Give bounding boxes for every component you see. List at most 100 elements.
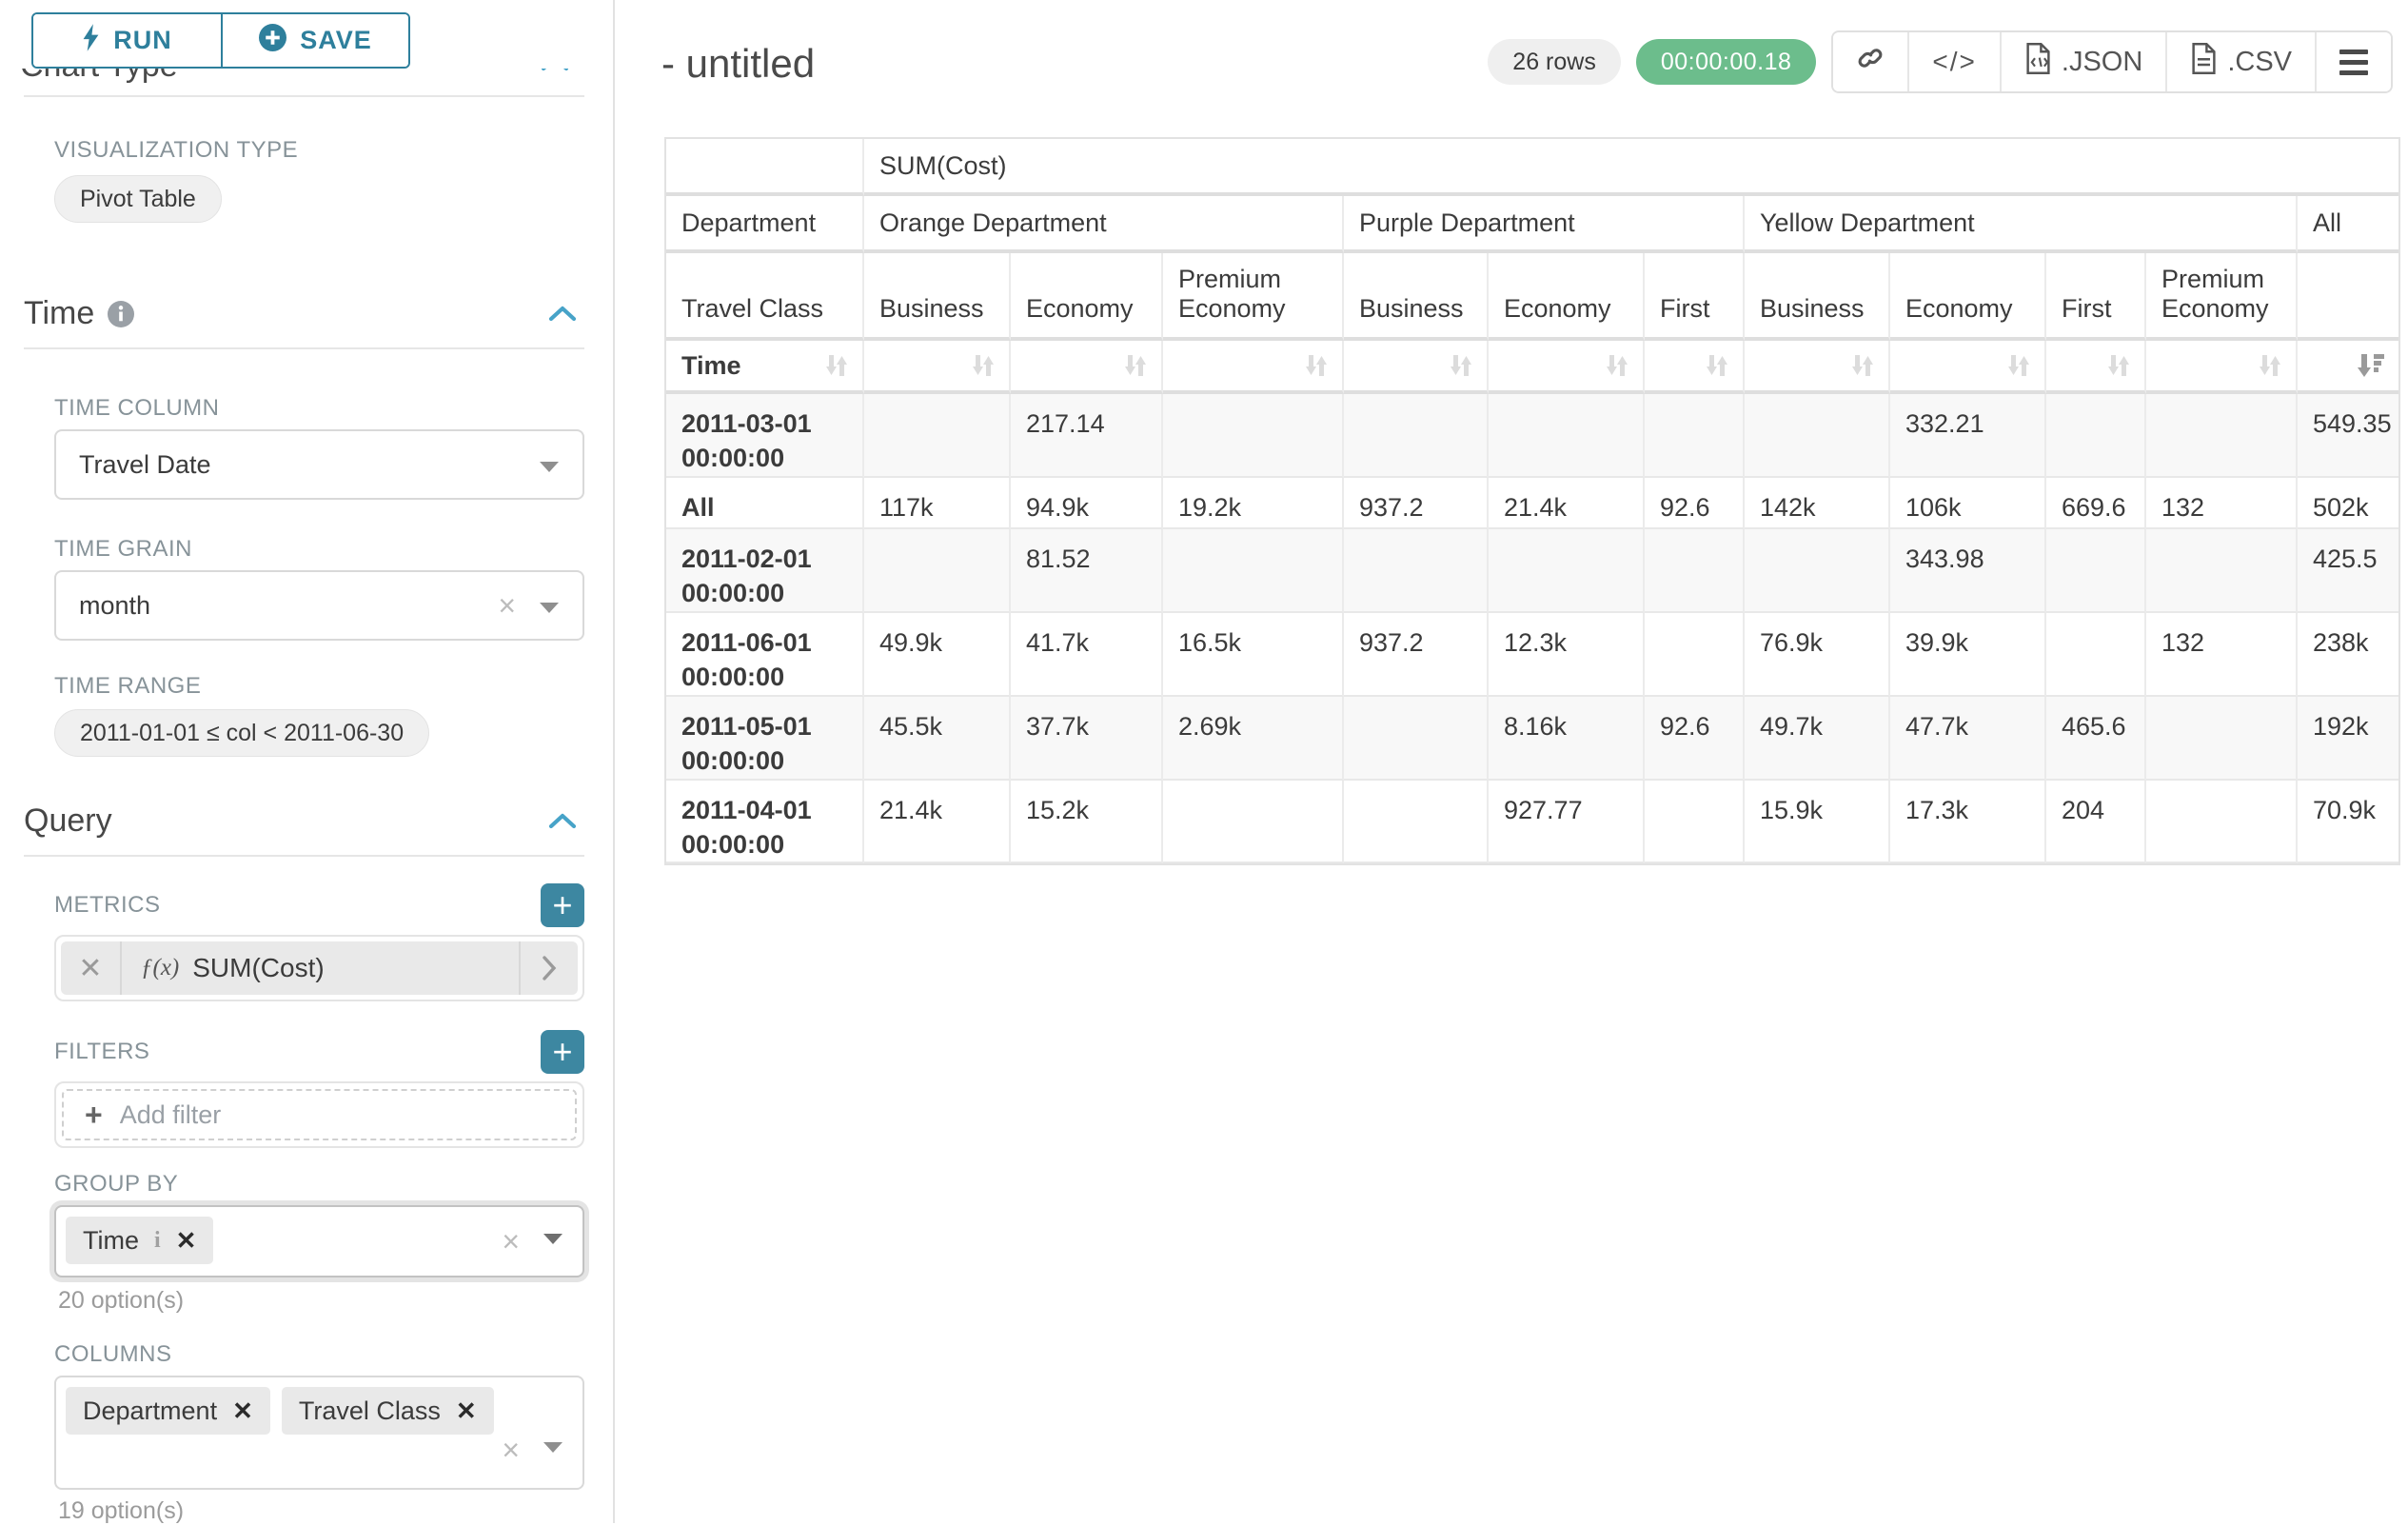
- pivot-time-cell: 2011-06-01 00:00:00: [666, 613, 864, 697]
- sort-updown-icon[interactable]: [1848, 351, 1877, 380]
- columns-tag-department: Department ✕: [66, 1387, 270, 1435]
- chart-title[interactable]: - untitled: [661, 41, 815, 87]
- chart-area: - untitled 26 rows 00:00:00.18 </>: [617, 0, 2408, 1523]
- time-column-label: TIME COLUMN: [54, 395, 584, 422]
- sort-updown-icon[interactable]: [1603, 351, 1631, 380]
- filters-field: + Add filter: [54, 1081, 584, 1148]
- pivot-value-cell: [1645, 613, 1745, 697]
- pivot-department-label: Department: [666, 196, 864, 253]
- export-csv-button[interactable]: .CSV: [2165, 32, 2315, 91]
- pivot-value-cell: 19.2k: [1163, 478, 1344, 529]
- columns-select[interactable]: Department ✕ Travel Class ✕ ×: [54, 1376, 584, 1490]
- pivot-sort-cell: [1489, 341, 1645, 394]
- plus-icon: +: [85, 1099, 103, 1130]
- time-grain-select[interactable]: month ×: [54, 570, 584, 641]
- visualization-type-value[interactable]: Pivot Table: [54, 175, 222, 223]
- pivot-value-cell: 94.9k: [1011, 478, 1163, 529]
- save-button[interactable]: SAVE: [221, 14, 408, 67]
- time-column-value: Travel Date: [79, 450, 211, 480]
- pivot-value-cell: 21.4k: [864, 781, 1011, 864]
- pivot-travel-class-label: Travel Class: [666, 253, 864, 341]
- sort-updown-icon[interactable]: [1302, 351, 1331, 380]
- pivot-data-row: 2011-04-01 00:00:0021.4k15.2k927.7715.9k…: [666, 781, 2398, 864]
- pivot-value-cell: [1489, 394, 1645, 478]
- remove-tag-icon[interactable]: ✕: [232, 1396, 253, 1426]
- query-section-title: Query: [24, 802, 112, 840]
- pivot-value-cell: [1163, 529, 1344, 613]
- pivot-value-cell: [1745, 394, 1890, 478]
- add-filter-button[interactable]: +: [541, 1030, 584, 1074]
- metric-chip[interactable]: ✕ ƒ(x) SUM(Cost): [61, 941, 578, 995]
- pivot-time-cell: 2011-05-01 00:00:00: [666, 697, 864, 781]
- share-link-button[interactable]: [1833, 32, 1907, 91]
- time-section-header[interactable]: Time: [24, 295, 584, 332]
- metrics-label: METRICS: [54, 892, 161, 919]
- run-button[interactable]: RUN: [33, 14, 221, 67]
- pivot-class-header: Economy: [1011, 253, 1163, 341]
- export-csv-label: .CSV: [2227, 47, 2292, 78]
- chevron-up-icon[interactable]: [548, 813, 577, 829]
- sort-updown-icon[interactable]: [1447, 351, 1475, 380]
- chevron-right-icon[interactable]: [519, 941, 578, 995]
- pivot-value-cell: [1645, 394, 1745, 478]
- sort-updown-icon[interactable]: [822, 351, 851, 380]
- superset-explore-view: Chart Type VISUALIZATION TYPE Pivot Tabl…: [0, 0, 2408, 1523]
- pivot-value-cell: 37.7k: [1011, 697, 1163, 781]
- sort-updown-icon[interactable]: [1121, 351, 1150, 380]
- pivot-value-cell: 343.98: [1890, 529, 2046, 613]
- pivot-value-cell: 204: [2046, 781, 2146, 864]
- caret-down-icon: [543, 1441, 563, 1458]
- clear-icon[interactable]: ×: [498, 590, 516, 621]
- remove-metric-icon[interactable]: ✕: [61, 941, 122, 995]
- hamburger-icon: [2339, 50, 2368, 75]
- pivot-class-header: Premium Economy: [1163, 253, 1344, 341]
- pivot-value-cell: 937.2: [1344, 478, 1489, 529]
- columns-label: COLUMNS: [54, 1341, 584, 1368]
- remove-tag-icon[interactable]: ✕: [176, 1226, 197, 1256]
- pivot-value-cell: [1344, 697, 1489, 781]
- sort-desc-icon[interactable]: [2355, 351, 2387, 381]
- pivot-value-cell: [1344, 529, 1489, 613]
- add-metric-button[interactable]: +: [541, 883, 584, 927]
- menu-button[interactable]: [2315, 32, 2391, 91]
- caret-down-icon: [539, 450, 560, 480]
- add-filter-dropzone[interactable]: + Add filter: [62, 1089, 577, 1140]
- export-button-group: </> .JSON .CSV: [1831, 30, 2393, 93]
- pivot-sort-cell: [864, 341, 1011, 394]
- sort-updown-icon[interactable]: [2004, 351, 2033, 380]
- clear-icon[interactable]: ×: [502, 1226, 520, 1257]
- pivot-value-cell: 45.5k: [864, 697, 1011, 781]
- sort-updown-icon[interactable]: [2104, 351, 2133, 380]
- link-icon: [1856, 44, 1885, 80]
- group-by-options-hint: 20 option(s): [58, 1287, 584, 1315]
- chevron-up-icon[interactable]: [548, 306, 577, 322]
- pivot-class-header: Business: [1344, 253, 1489, 341]
- tag-label: Travel Class: [299, 1396, 441, 1426]
- embed-code-button[interactable]: </>: [1907, 32, 1999, 91]
- pivot-value-cell: 425.5: [2298, 529, 2398, 613]
- remove-tag-icon[interactable]: ✕: [456, 1396, 477, 1426]
- sort-updown-icon[interactable]: [969, 351, 997, 380]
- control-panel-scroll[interactable]: Chart Type VISUALIZATION TYPE Pivot Tabl…: [0, 0, 613, 1523]
- pivot-sort-cell: [1745, 341, 1890, 394]
- query-section-header[interactable]: Query: [24, 802, 584, 840]
- code-icon: </>: [1932, 47, 1976, 77]
- pivot-value-cell: [1163, 394, 1344, 478]
- pivot-sort-row: Time: [666, 341, 2398, 394]
- pivot-class-header: Economy: [1890, 253, 2046, 341]
- pivot-value-cell: [1163, 781, 1344, 864]
- pivot-sort-cell: [1011, 341, 1163, 394]
- time-range-value[interactable]: 2011-01-01 ≤ col < 2011-06-30: [54, 709, 429, 757]
- export-json-button[interactable]: .JSON: [2000, 32, 2165, 91]
- group-by-select[interactable]: Time i ✕ ×: [54, 1205, 584, 1277]
- time-column-select[interactable]: Travel Date: [54, 429, 584, 500]
- time-section-title: Time: [24, 295, 94, 332]
- pivot-sort-cell: [1344, 341, 1489, 394]
- clear-icon[interactable]: ×: [502, 1435, 520, 1465]
- file-lines-icon: [2190, 42, 2218, 83]
- pivot-class-row: Travel ClassBusinessEconomyPremium Econo…: [666, 253, 2398, 341]
- pivot-department-row: DepartmentOrange DepartmentPurple Depart…: [666, 196, 2398, 253]
- sort-updown-icon[interactable]: [2256, 351, 2284, 380]
- sort-updown-icon[interactable]: [1703, 351, 1731, 380]
- pivot-time-cell: 2011-03-01 00:00:00: [666, 394, 864, 478]
